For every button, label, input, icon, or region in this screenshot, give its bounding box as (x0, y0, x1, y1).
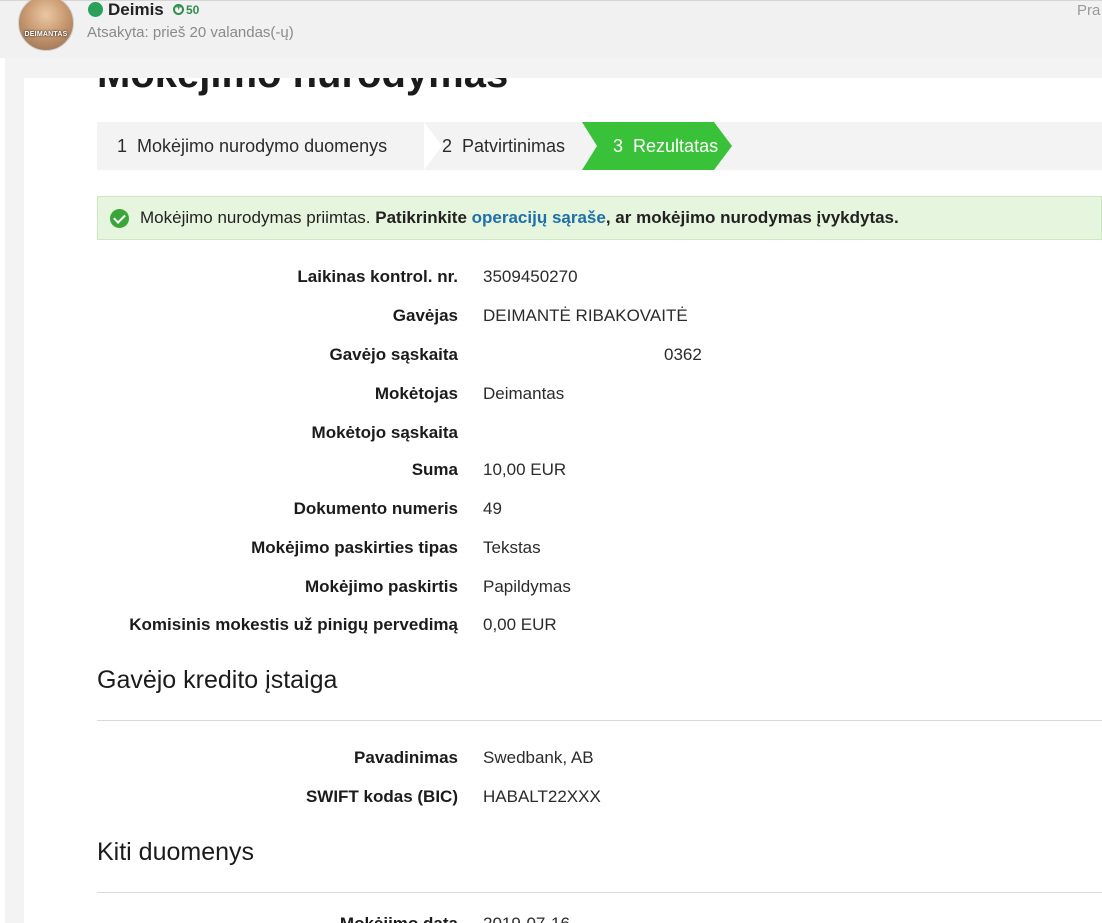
step-separator (424, 122, 442, 170)
avatar-text: DEIMANTAS (24, 31, 68, 38)
step-number: 3 (613, 136, 624, 156)
page-title: Mokėjimo nurodymas (97, 78, 508, 97)
detail-label: Mokėtojo sąskaita (311, 423, 458, 442)
step-2: 2 Patvirtinimas (442, 122, 565, 170)
alert-message: Mokėjimo nurodymas priimtas. Patikrinkit… (140, 197, 899, 239)
detail-value: 2019-07-16 (483, 914, 570, 923)
detail-label: Mokėjimo paskirties tipas (251, 538, 458, 557)
answered-timestamp: Atsakyta: prieš 20 valandas(-ų) (87, 24, 294, 41)
detail-value: Deimantas (483, 384, 565, 403)
detail-value: Papildymas (483, 577, 571, 596)
post-header: DEIMANTAS Deimis 50 Atsakyta: prieš 20 v… (0, 0, 1102, 58)
detail-label: Mokėjimo data (340, 914, 458, 923)
detail-value: DEIMANTĖ RIBAKOVAITĖ (483, 306, 688, 325)
detail-label: Suma (411, 460, 458, 479)
payment-screenshot[interactable]: Mokėjimo nurodymas 1 Mokėjimo nurodymo d… (24, 78, 1102, 923)
step-label: Rezultatas (633, 136, 719, 156)
section-title-other: Kiti duomenys (97, 838, 255, 866)
section-title-bank: Gavėjo kredito įstaiga (97, 666, 338, 694)
step-number: 2 (442, 136, 453, 156)
detail-label: Pavadinimas (354, 748, 458, 767)
step-label: Patvirtinimas (462, 136, 566, 156)
plus-circle-icon (173, 2, 184, 15)
online-status-icon (88, 2, 103, 17)
reputation-badge[interactable]: 50 (173, 2, 200, 17)
detail-value: HABALT22XXX (483, 787, 601, 806)
success-alert: Mokėjimo nurodymas priimtas. Patikrinkit… (97, 196, 1102, 240)
detail-label: SWIFT kodas (BIC) (305, 787, 458, 806)
detail-label: Mokėtojas (374, 384, 458, 403)
detail-label: Gavėjas (392, 306, 458, 325)
step-1: 1 Mokėjimo nurodymo duomenys (117, 122, 387, 170)
reputation-count: 50 (186, 3, 200, 17)
alert-text-check: Patikrinkite (375, 208, 467, 227)
detail-value: 3509450270 (483, 267, 578, 286)
detail-label: Komisinis mokestis už pinigų pervedimą (129, 615, 458, 634)
detail-value: 0362 (664, 345, 702, 364)
detail-label: Laikinas kontrol. nr. (297, 267, 458, 286)
step-label: Mokėjimo nurodymo duomenys (137, 136, 388, 156)
detail-value: Swedbank, AB (483, 748, 594, 767)
detail-value: Tekstas (483, 538, 541, 557)
alert-text-start: Mokėjimo nurodymas priimtas. (140, 208, 371, 227)
step-number: 1 (117, 136, 128, 156)
detail-label: Gavėjo sąskaita (329, 345, 458, 364)
alert-text-end: , ar mokėjimo nurodymas įvykdytas. (605, 208, 899, 227)
check-circle-icon (110, 209, 129, 228)
detail-label: Dokumento numeris (293, 499, 458, 518)
progress-steps: 1 Mokėjimo nurodymo duomenys 2 Patvirtin… (97, 122, 1102, 170)
detail-value: 10,00 EUR (483, 460, 567, 479)
step-3: 3 Rezultatas (613, 122, 718, 170)
username-link[interactable]: Deimis (108, 0, 164, 20)
section-divider (97, 892, 1102, 893)
avatar[interactable]: DEIMANTAS (18, 0, 74, 51)
operations-list-link[interactable]: operacijų sąraše (472, 208, 606, 227)
post-action-link[interactable]: Pra (1077, 2, 1100, 19)
section-divider (97, 720, 1102, 721)
detail-label: Mokėjimo paskirtis (304, 577, 458, 596)
detail-value: 0,00 EUR (483, 615, 557, 634)
detail-value: 49 (483, 499, 502, 518)
